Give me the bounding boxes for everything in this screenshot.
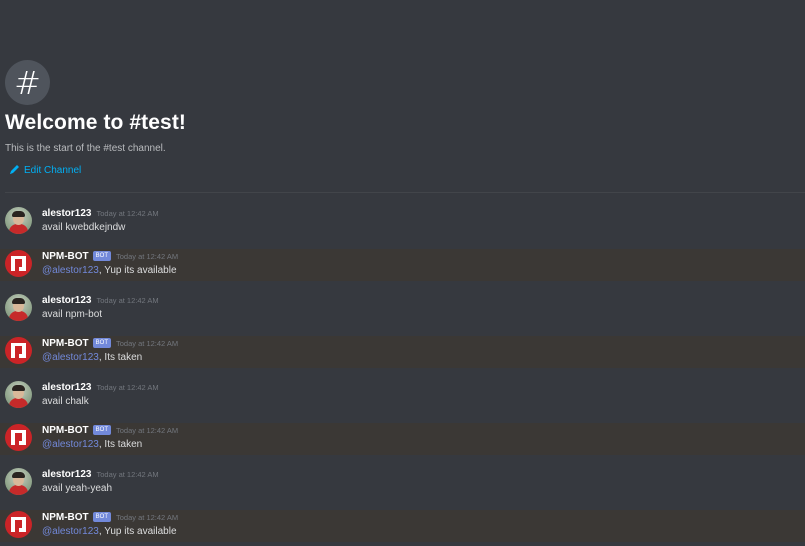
message-content: @alestor123, Its taken: [42, 352, 142, 363]
author-name[interactable]: NPM-BOT: [42, 512, 89, 523]
message-content: avail kwebdkejndw: [42, 222, 125, 233]
author-name[interactable]: NPM-BOT: [42, 425, 89, 436]
author-name[interactable]: alestor123: [42, 208, 91, 219]
edit-channel-link[interactable]: Edit Channel: [5, 164, 186, 176]
pencil-icon: [10, 165, 19, 174]
message-timestamp: Today at 12:42 AM: [96, 382, 159, 392]
npm-bot-avatar[interactable]: [5, 250, 32, 277]
npm-logo-icon: [11, 343, 26, 358]
npm-logo-icon: [11, 256, 26, 271]
message-row: alestor123 Today at 12:42 AM avail yeah-…: [0, 467, 805, 499]
welcome-subtitle: This is the start of the #test channel.: [5, 143, 166, 154]
author-name[interactable]: alestor123: [42, 382, 91, 393]
message-content: avail chalk: [42, 396, 89, 407]
edit-channel-label: Edit Channel: [24, 164, 82, 176]
message-content: avail npm-bot: [42, 309, 102, 320]
message-row: alestor123 Today at 12:42 AM avail npm-b…: [0, 293, 805, 325]
user-avatar[interactable]: [5, 468, 32, 495]
channel-welcome: # Welcome to #test! This is the start of…: [5, 60, 186, 176]
author-name[interactable]: alestor123: [42, 295, 91, 306]
message-content: avail yeah-yeah: [42, 483, 112, 494]
welcome-title: Welcome to #test!: [5, 111, 187, 134]
bot-badge: BOT: [92, 338, 112, 348]
message-text: avail npm-bot: [42, 309, 103, 320]
message-row: NPM-BOT BOT Today at 12:42 AM @alestor12…: [0, 423, 805, 455]
message-content: @alestor123, Yup its available: [42, 265, 177, 276]
message-content: @alestor123, Yup its available: [42, 526, 177, 537]
bot-badge: BOT: [92, 512, 112, 522]
message-timestamp: Today at 12:42 AM: [116, 251, 179, 261]
npm-bot-avatar[interactable]: [5, 511, 32, 538]
message-text: , Yup its available: [98, 265, 177, 276]
npm-bot-avatar[interactable]: [5, 337, 32, 364]
user-avatar[interactable]: [5, 207, 32, 234]
message-text: avail kwebdkejndw: [42, 222, 126, 233]
user-mention[interactable]: @alestor123: [42, 526, 99, 537]
channel-hash-icon: #: [5, 60, 50, 105]
message-timestamp: Today at 12:42 AM: [116, 425, 179, 435]
user-mention[interactable]: @alestor123: [42, 439, 99, 450]
message-timestamp: Today at 12:42 AM: [96, 469, 159, 479]
user-avatar[interactable]: [5, 381, 32, 408]
npm-logo-icon: [11, 430, 26, 445]
message-text: avail yeah-yeah: [42, 483, 113, 494]
message-timestamp: Today at 12:42 AM: [96, 208, 159, 218]
divider: [5, 192, 805, 193]
message-text: , Its taken: [98, 439, 143, 450]
message-timestamp: Today at 12:42 AM: [96, 295, 159, 305]
chat-area: # Welcome to #test! This is the start of…: [0, 0, 805, 546]
message-timestamp: Today at 12:42 AM: [116, 338, 179, 348]
user-avatar[interactable]: [5, 294, 32, 321]
author-name[interactable]: alestor123: [42, 469, 91, 480]
author-name[interactable]: NPM-BOT: [42, 251, 89, 262]
message-row: NPM-BOT BOT Today at 12:42 AM @alestor12…: [0, 336, 805, 368]
npm-logo-icon: [11, 517, 26, 532]
bot-badge: BOT: [92, 251, 112, 261]
message-text: , Yup its available: [98, 526, 177, 537]
user-mention[interactable]: @alestor123: [42, 265, 99, 276]
message-text: avail chalk: [42, 396, 89, 407]
npm-bot-avatar[interactable]: [5, 424, 32, 451]
message-content: @alestor123, Its taken: [42, 439, 142, 450]
message-text: , Its taken: [98, 352, 143, 363]
author-name[interactable]: NPM-BOT: [42, 338, 89, 349]
message-row: NPM-BOT BOT Today at 12:42 AM @alestor12…: [0, 510, 805, 542]
message-row: alestor123 Today at 12:42 AM avail chalk: [0, 380, 805, 412]
message-row: NPM-BOT BOT Today at 12:42 AM @alestor12…: [0, 249, 805, 281]
message-timestamp: Today at 12:42 AM: [116, 512, 179, 522]
bot-badge: BOT: [92, 425, 112, 435]
message-row: alestor123 Today at 12:42 AM avail kwebd…: [0, 206, 805, 238]
user-mention[interactable]: @alestor123: [42, 352, 99, 363]
